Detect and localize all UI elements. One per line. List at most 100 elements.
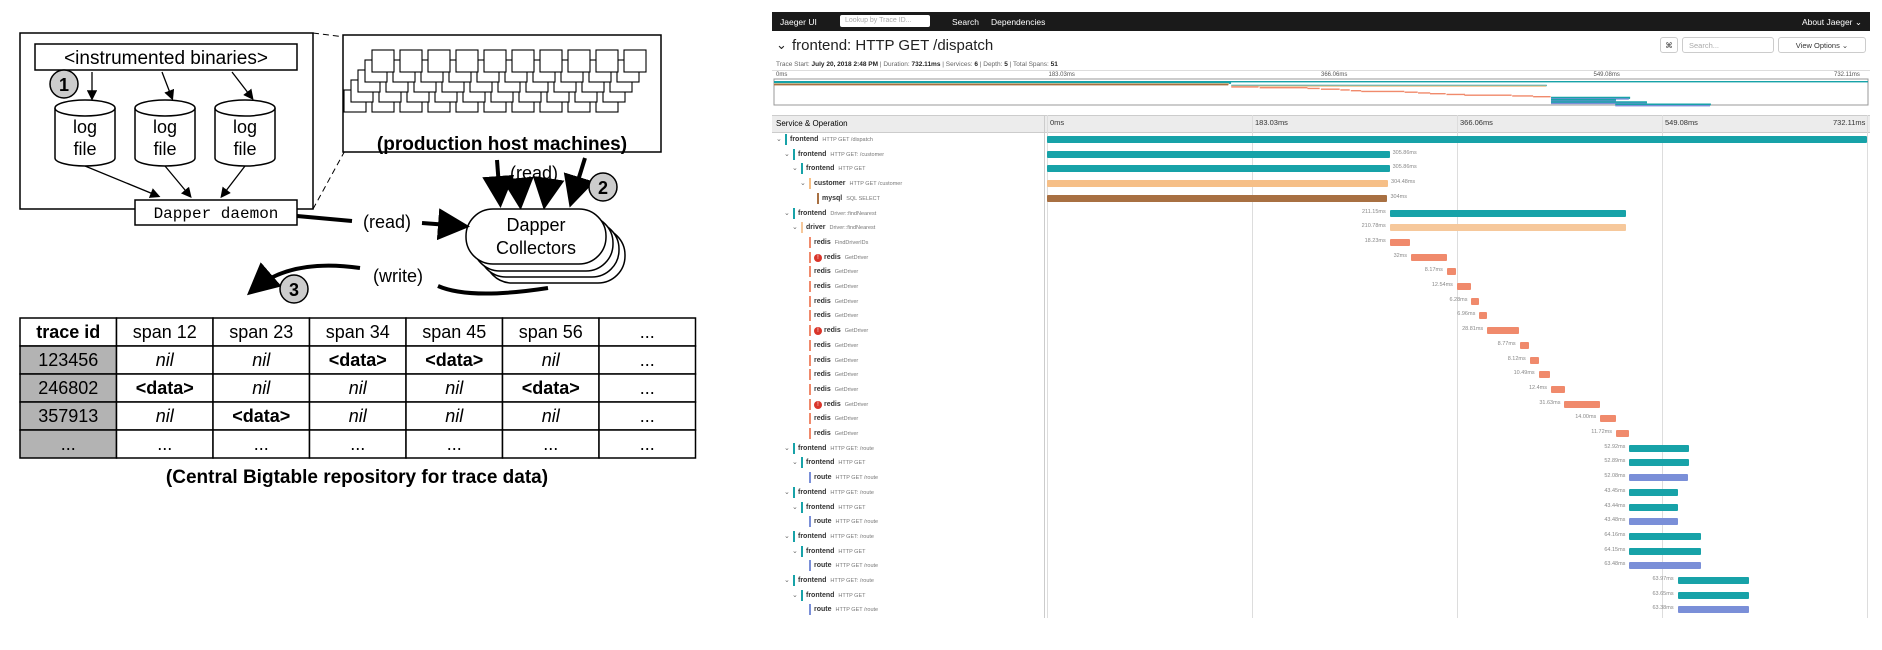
span-row[interactable]: redis FindDriverIDs 18.23ms bbox=[772, 236, 1870, 251]
span-bar[interactable] bbox=[1600, 415, 1616, 423]
span-row[interactable]: route HTTP GET /route 52.08ms bbox=[772, 471, 1870, 486]
expand-caret-icon[interactable]: ⌄ bbox=[784, 576, 790, 584]
span-row[interactable]: ⌄ frontend HTTP GET: /route 43.45ms bbox=[772, 486, 1870, 501]
span-label[interactable]: frontend HTTP GET bbox=[806, 504, 866, 511]
span-label[interactable]: redis GetDriver bbox=[814, 298, 858, 305]
span-row[interactable]: route HTTP GET /route 43.48ms bbox=[772, 515, 1870, 530]
span-row[interactable]: ⌄ frontend Driver::findNearest 211.15ms bbox=[772, 207, 1870, 222]
span-label[interactable]: driver Driver::findNearest bbox=[806, 224, 875, 231]
span-row[interactable]: ⌄ frontend HTTP GET: /route 64.16ms bbox=[772, 530, 1870, 545]
span-bar[interactable] bbox=[1047, 180, 1389, 188]
span-bar[interactable] bbox=[1677, 606, 1749, 614]
span-row[interactable]: ⌄ frontend HTTP GET /dispatch bbox=[772, 133, 1870, 148]
expand-caret-icon[interactable]: ⌄ bbox=[792, 503, 798, 511]
span-row[interactable]: redis GetDriver 6.28ms bbox=[772, 295, 1870, 310]
span-bar[interactable] bbox=[1389, 224, 1626, 232]
span-bar[interactable] bbox=[1479, 312, 1488, 320]
span-bar[interactable] bbox=[1047, 165, 1390, 173]
span-row[interactable]: ⌄ frontend HTTP GET: /route 52.92ms bbox=[772, 442, 1870, 457]
span-label[interactable]: redis GetDriver bbox=[814, 430, 858, 437]
span-label[interactable]: redis GetDriver bbox=[814, 268, 858, 275]
span-row[interactable]: redis GetDriver 11.72ms bbox=[772, 427, 1870, 442]
keyboard-shortcuts-button[interactable]: ⌘ bbox=[1660, 37, 1678, 53]
expand-caret-icon[interactable]: ⌄ bbox=[784, 150, 790, 158]
span-bar[interactable] bbox=[1615, 430, 1630, 437]
span-label[interactable]: ! redis GetDriver bbox=[814, 400, 868, 409]
span-label[interactable]: frontend HTTP GET: /route bbox=[798, 577, 874, 584]
span-bar[interactable] bbox=[1629, 459, 1689, 467]
span-row[interactable]: redis GetDriver 10.49ms bbox=[772, 368, 1870, 383]
span-row[interactable]: ⌄ frontend HTTP GET 43.44ms bbox=[772, 501, 1870, 516]
span-bar[interactable] bbox=[1677, 577, 1750, 584]
span-row[interactable]: redis GetDriver 8.77ms bbox=[772, 339, 1870, 354]
expand-caret-icon[interactable]: ⌄ bbox=[784, 209, 790, 217]
span-bar[interactable] bbox=[1629, 503, 1679, 511]
span-label[interactable]: route HTTP GET /route bbox=[814, 562, 878, 569]
expand-caret-icon[interactable]: ⌄ bbox=[800, 179, 806, 187]
brand-link[interactable]: Jaeger UI bbox=[780, 17, 817, 27]
nav-search[interactable]: Search bbox=[952, 17, 979, 27]
span-row[interactable]: ⌄ frontend HTTP GET: /customer 305.86ms bbox=[772, 148, 1870, 163]
span-label[interactable]: ! redis GetDriver bbox=[814, 327, 868, 336]
expand-caret-icon[interactable]: ⌄ bbox=[792, 591, 798, 599]
span-row[interactable]: ⌄ frontend HTTP GET 64.15ms bbox=[772, 545, 1870, 560]
span-row[interactable]: route HTTP GET /route 63.38ms bbox=[772, 603, 1870, 618]
span-bar[interactable] bbox=[1519, 341, 1530, 349]
span-label[interactable]: frontend HTTP GET bbox=[806, 165, 866, 172]
span-row[interactable]: redis GetDriver 8.12ms bbox=[772, 354, 1870, 369]
span-bar[interactable] bbox=[1677, 591, 1749, 599]
find-in-trace-input[interactable]: Search... bbox=[1682, 37, 1774, 53]
expand-caret-icon[interactable]: ⌄ bbox=[784, 532, 790, 540]
span-label[interactable]: mysql SQL SELECT bbox=[822, 195, 880, 202]
expand-caret-icon[interactable]: ⌄ bbox=[784, 488, 790, 496]
span-label[interactable]: frontend Driver::findNearest bbox=[798, 210, 876, 217]
span-bar[interactable] bbox=[1047, 194, 1388, 202]
span-row[interactable]: ⌄ driver Driver::findNearest 210.78ms bbox=[772, 221, 1870, 236]
span-bar[interactable] bbox=[1564, 400, 1600, 408]
span-bar[interactable] bbox=[1047, 136, 1867, 143]
expand-caret-icon[interactable]: ⌄ bbox=[792, 223, 798, 231]
span-row[interactable]: redis GetDriver 12.4ms bbox=[772, 383, 1870, 398]
span-label[interactable]: redis FindDriverIDs bbox=[814, 239, 868, 246]
expand-caret-icon[interactable]: ⌄ bbox=[784, 444, 790, 452]
span-label[interactable]: frontend HTTP GET bbox=[806, 548, 866, 555]
span-row[interactable]: ⌄ frontend HTTP GET 63.65ms bbox=[772, 589, 1870, 604]
span-label[interactable]: redis GetDriver bbox=[814, 342, 858, 349]
nav-dependencies[interactable]: Dependencies bbox=[991, 17, 1045, 27]
about-jaeger-menu[interactable]: About Jaeger ⌄ bbox=[1802, 17, 1862, 28]
span-row[interactable]: ! redis GetDriver 32ms bbox=[772, 251, 1870, 266]
span-bar[interactable] bbox=[1456, 283, 1471, 290]
span-label[interactable]: redis GetDriver bbox=[814, 386, 858, 393]
span-label[interactable]: frontend HTTP GET: /customer bbox=[798, 151, 884, 158]
span-label[interactable]: redis GetDriver bbox=[814, 371, 858, 378]
span-bar[interactable] bbox=[1487, 327, 1520, 335]
span-bar[interactable] bbox=[1629, 444, 1689, 452]
expand-caret-icon[interactable]: ⌄ bbox=[792, 458, 798, 466]
span-label[interactable]: redis GetDriver bbox=[814, 283, 858, 290]
span-bar[interactable] bbox=[1629, 488, 1679, 496]
span-row[interactable]: redis GetDriver 14.00ms bbox=[772, 412, 1870, 427]
span-bar[interactable] bbox=[1538, 371, 1551, 379]
span-row[interactable]: redis GetDriver 8.17ms bbox=[772, 265, 1870, 280]
span-label[interactable]: redis GetDriver bbox=[814, 357, 858, 364]
span-bar[interactable] bbox=[1629, 518, 1679, 526]
span-row[interactable]: route HTTP GET /route 63.48ms bbox=[772, 559, 1870, 574]
span-label[interactable]: frontend HTTP GET: /route bbox=[798, 533, 874, 540]
span-label[interactable]: ! redis GetDriver bbox=[814, 253, 868, 262]
span-bar[interactable] bbox=[1471, 297, 1479, 305]
expand-caret-icon[interactable]: ⌄ bbox=[792, 164, 798, 172]
span-bar[interactable] bbox=[1389, 209, 1627, 217]
span-bar[interactable] bbox=[1629, 474, 1688, 482]
expand-caret-icon[interactable]: ⌄ bbox=[792, 547, 798, 555]
span-label[interactable]: route HTTP GET /route bbox=[814, 518, 878, 525]
span-label[interactable]: redis GetDriver bbox=[814, 415, 858, 422]
span-row[interactable]: ⌄ frontend HTTP GET 52.89ms bbox=[772, 456, 1870, 471]
span-bar[interactable] bbox=[1629, 532, 1702, 540]
span-label[interactable]: customer HTTP GET /customer bbox=[814, 180, 902, 187]
span-label[interactable]: route HTTP GET /route bbox=[814, 606, 878, 613]
span-bar[interactable] bbox=[1411, 253, 1447, 261]
trace-id-lookup-input[interactable]: Lookup by Trace ID... bbox=[840, 15, 930, 27]
span-label[interactable]: frontend HTTP GET bbox=[806, 459, 866, 466]
span-bar[interactable] bbox=[1389, 238, 1411, 246]
span-row[interactable]: ⌄ customer HTTP GET /customer 304.48ms bbox=[772, 177, 1870, 192]
